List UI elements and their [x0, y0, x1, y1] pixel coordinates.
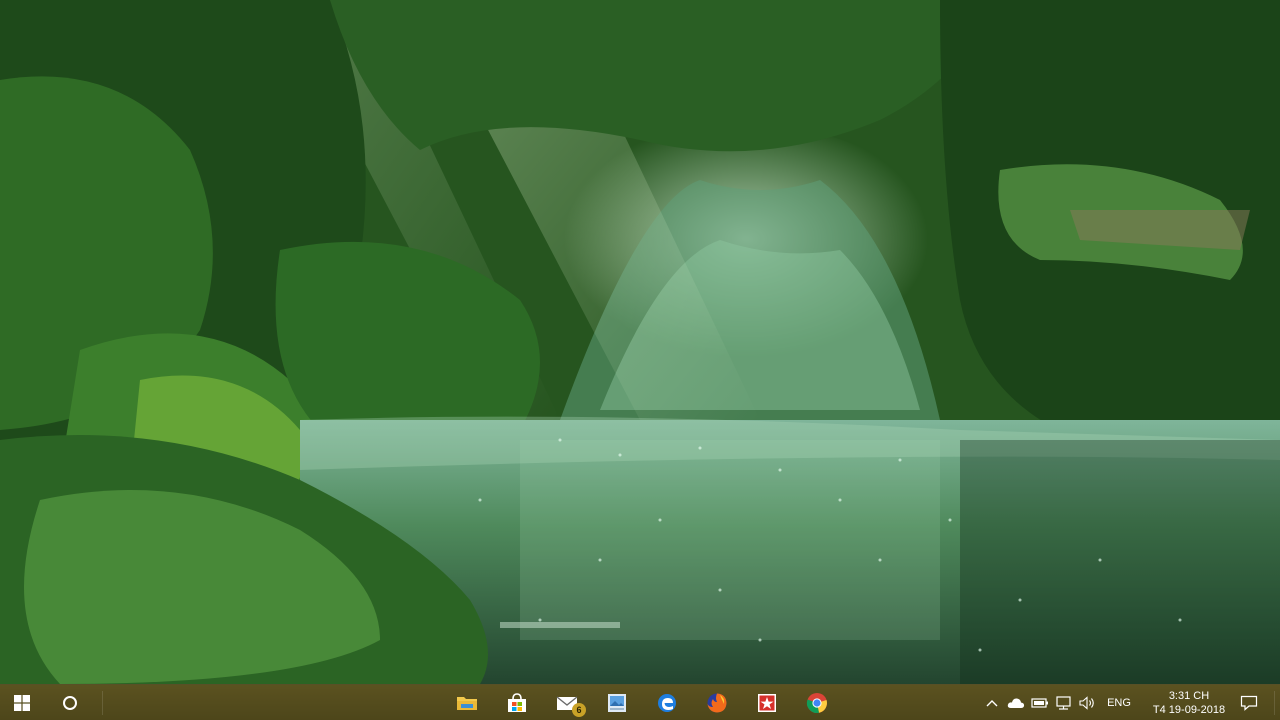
action-center-icon — [1240, 695, 1258, 711]
wps-icon — [758, 694, 776, 712]
onedrive-button[interactable] — [1004, 685, 1028, 720]
store-bag-icon — [508, 693, 526, 712]
start-button[interactable] — [0, 685, 44, 720]
volume-button[interactable] — [1076, 685, 1100, 720]
taskbar: 6 ENG 3:31 CH T4 19-09-2018 — [0, 684, 1280, 720]
network-button[interactable] — [1052, 685, 1076, 720]
clock-button[interactable]: 3:31 CH T4 19-09-2018 — [1148, 687, 1230, 719]
edge-icon — [658, 694, 676, 712]
action-center-button[interactable] — [1232, 685, 1266, 720]
mail-button[interactable]: 6 — [546, 685, 588, 720]
taskbar-separator — [102, 691, 103, 715]
chrome-button[interactable] — [796, 685, 838, 720]
battery-button[interactable] — [1028, 685, 1052, 720]
edge-button[interactable] — [646, 685, 688, 720]
battery-icon — [1031, 698, 1048, 708]
photos-button[interactable] — [596, 685, 638, 720]
microsoft-store-button[interactable] — [496, 685, 538, 720]
cortana-button[interactable] — [48, 685, 92, 720]
photos-icon — [608, 694, 626, 712]
cortana-circle-icon — [63, 696, 77, 710]
windows-logo-icon — [14, 695, 30, 711]
onedrive-cloud-icon — [1007, 698, 1025, 708]
input-language-button[interactable]: ENG — [1102, 685, 1136, 720]
desktop-wallpaper — [0, 0, 1280, 684]
clock-time: 3:31 CH — [1168, 690, 1210, 702]
mail-unread-badge: 6 — [572, 703, 586, 717]
folder-icon — [457, 697, 477, 710]
language-indicator: ENG — [1107, 697, 1131, 709]
volume-icon — [1079, 696, 1094, 710]
file-explorer-button[interactable] — [446, 685, 488, 720]
chevron-up-icon — [986, 700, 998, 707]
wps-office-button[interactable] — [746, 685, 788, 720]
firefox-button[interactable] — [696, 685, 738, 720]
desktop: 6 ENG 3:31 CH T4 19-09-2018 — [0, 0, 1280, 720]
clock-date: T4 19-09-2018 — [1152, 704, 1226, 716]
chrome-icon — [806, 693, 827, 714]
show-hidden-icons-button[interactable] — [982, 685, 1002, 720]
show-desktop-edge[interactable] — [1274, 691, 1275, 715]
firefox-icon — [707, 693, 727, 713]
rainforest-river-image — [0, 0, 1280, 684]
network-icon — [1056, 696, 1071, 710]
